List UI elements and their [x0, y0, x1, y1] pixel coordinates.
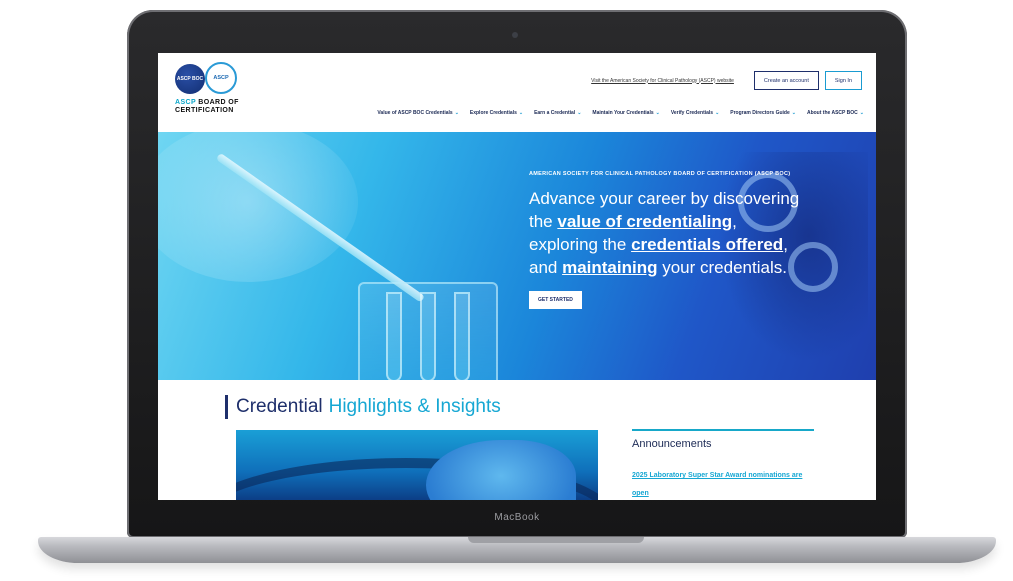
test-tube-image	[454, 292, 470, 380]
nav-item-earn[interactable]: Earn a Credential ⌄	[534, 110, 581, 116]
chevron-down-icon: ⌄	[655, 110, 660, 116]
boc-seal-icon: ASCP BOC	[175, 64, 205, 94]
nav-item-label: Value of ASCP BOC Credentials	[377, 110, 453, 116]
chevron-down-icon: ⌄	[577, 110, 582, 116]
base-notch	[468, 537, 644, 543]
nav-item-explore[interactable]: Explore Credentials ⌄	[470, 110, 523, 116]
device-label: MacBook	[494, 511, 540, 523]
logo-brand-prefix: ASCP	[175, 99, 196, 106]
announcements-rule	[632, 429, 814, 431]
ascp-boc-logo[interactable]: ASCP BOC ASCP ASCP BOARD OF CERTIFICATIO…	[173, 61, 263, 123]
sign-in-button[interactable]: Sign In	[824, 71, 862, 90]
nav-item-program-directors[interactable]: Program Directors Guide ⌄	[730, 110, 796, 116]
hero-text: AMERICAN SOCIETY FOR CLINICAL PATHOLOGY …	[529, 170, 809, 309]
highlight-feature-image[interactable]	[236, 430, 598, 500]
chevron-down-icon: ⌄	[859, 110, 864, 116]
ascp-website-link[interactable]: Visit the American Society for Clinical …	[591, 78, 734, 84]
nav-item-value[interactable]: Value of ASCP BOC Credentials ⌄	[377, 110, 459, 116]
test-tube-image	[420, 292, 436, 380]
announcements-panel: Announcements 2025 Laboratory Super Star…	[632, 429, 814, 500]
credentials-offered-link[interactable]: credentials offered	[631, 235, 783, 254]
announcements-title: Announcements	[632, 438, 712, 450]
nav-item-maintain[interactable]: Maintain Your Credentials ⌄	[592, 110, 659, 116]
nav-item-label: About the ASCP BOC	[806, 110, 858, 116]
top-utility-bar: Visit the American Society for Clinical …	[591, 71, 862, 90]
site-header: ASCP BOC ASCP ASCP BOARD OF CERTIFICATIO…	[158, 53, 876, 132]
test-tube-image	[386, 292, 402, 380]
get-started-button[interactable]: GET STARTED	[529, 291, 582, 309]
logo-brand-line2: CERTIFICATION	[175, 107, 234, 114]
nav-item-label: Explore Credentials	[469, 110, 517, 116]
hero-headline: Advance your career by discovering the v…	[529, 187, 809, 279]
nav-item-label: Verify Credentials	[670, 110, 714, 116]
chevron-down-icon: ⌄	[715, 110, 720, 116]
chevron-down-icon: ⌄	[454, 110, 459, 116]
nav-item-about[interactable]: About the ASCP BOC ⌄	[807, 110, 864, 116]
nav-item-label: Program Directors Guide	[730, 110, 790, 116]
chevron-down-icon: ⌄	[518, 110, 524, 116]
maintaining-link[interactable]: maintaining	[562, 258, 657, 277]
browser-screen: ASCP BOC ASCP ASCP BOARD OF CERTIFICATIO…	[158, 53, 876, 500]
hero-kicker: AMERICAN SOCIETY FOR CLINICAL PATHOLOGY …	[529, 171, 791, 177]
hero-glow	[158, 132, 358, 282]
heading-main: Credential	[236, 396, 323, 417]
chevron-down-icon: ⌄	[791, 110, 796, 116]
laptop-base	[38, 537, 996, 563]
nav-item-label: Maintain Your Credentials	[592, 110, 654, 116]
value-of-credentialing-link[interactable]: value of credentialing	[557, 212, 732, 231]
announcement-link[interactable]: 2025 Laboratory Super Star Award nominat…	[632, 472, 802, 497]
heading-accent-bar	[225, 395, 228, 419]
logo-brand-rest: BOARD OF	[195, 99, 239, 106]
gloved-hand-image	[426, 440, 576, 500]
ascp-seal-icon: ASCP	[205, 62, 237, 94]
heading-accent: Highlights & Insights	[328, 396, 501, 417]
nav-item-verify[interactable]: Verify Credentials ⌄	[671, 110, 719, 116]
logo-wordmark: ASCP BOARD OF CERTIFICATION	[175, 99, 265, 115]
hero-banner: AMERICAN SOCIETY FOR CLINICAL PATHOLOGY …	[158, 132, 876, 380]
create-account-button[interactable]: Create an account	[753, 71, 819, 90]
nav-item-label: Earn a Credential	[534, 110, 576, 116]
headline-text: your credentials.	[657, 258, 787, 277]
highlights-heading: Credential Highlights & Insights	[225, 395, 501, 419]
main-nav: Value of ASCP BOC Credentials ⌄ Explore C…	[377, 110, 864, 116]
camera-icon	[512, 32, 518, 38]
